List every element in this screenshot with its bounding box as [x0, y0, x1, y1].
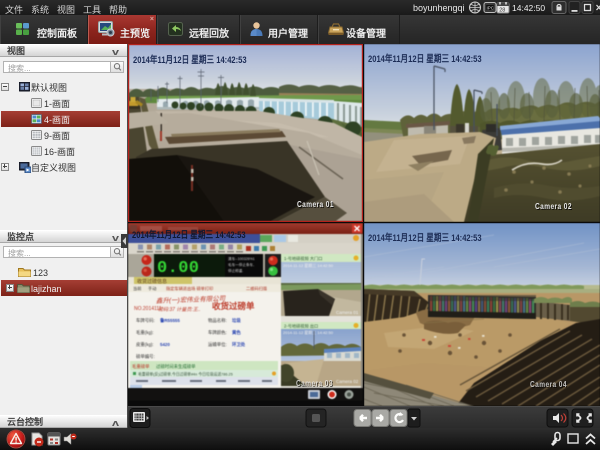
svg-text:Camera 01: Camera 01: [336, 310, 359, 315]
svg-text:清车--100326%1: 清车--100326%1: [228, 256, 255, 261]
svg-text:收货过磅单: 收货过磅单: [212, 301, 255, 311]
svg-text:收货过磅信息: 收货过磅信息: [137, 278, 167, 285]
svg-text:Camera 02: Camera 02: [336, 379, 359, 384]
svg-text:毛重磅单(反)过磅单,今日过磅单#4n 今日垃圾运送786.: 毛重磅单(反)过磅单,今日过磅单#4n 今日垃圾运送786.25: [138, 372, 233, 377]
svg-text:1-号地磅视频 大门口: 1-号地磅视频 大门口: [284, 255, 322, 262]
svg-text:当前: 当前: [133, 285, 141, 292]
svg-text:IPC: IPC: [487, 6, 495, 11]
svg-text:皮重(kg):: 皮重(kg):: [136, 341, 154, 348]
svg-text:磅单编号:: 磅单编号:: [136, 353, 155, 360]
svg-text:毛重磅单: 毛重磅单: [132, 363, 150, 370]
svg-text:运输单位:: 运输单位:: [208, 341, 227, 348]
svg-text:停止称重.: 停止称重.: [228, 268, 243, 273]
svg-text:毛重(kg):: 毛重(kg):: [136, 329, 154, 335]
svg-text:鲁R55555: 鲁R55555: [160, 317, 180, 324]
svg-text:垃圾: 垃圾: [232, 317, 241, 324]
svg-text:物品名称:: 物品名称:: [208, 317, 227, 324]
svg-text:手动: 手动: [148, 285, 156, 292]
svg-text:28: 28: [499, 8, 505, 14]
svg-text:车牌颜色:: 车牌颜色:: [208, 329, 227, 336]
svg-text:环卫处: 环卫处: [232, 341, 246, 348]
svg-text:2-号地磅视频 出口: 2-号地磅视频 出口: [284, 323, 318, 330]
svg-text:毛车一停止条车,: 毛车一停止条车,: [228, 262, 254, 267]
svg-text:0.00: 0.00: [157, 259, 199, 278]
svg-text:黄色: 黄色: [232, 329, 241, 336]
svg-text:车牌号码:: 车牌号码:: [136, 317, 155, 324]
svg-text:2014-11-12 星期三 14:42:50: 2014-11-12 星期三 14:42:50: [283, 329, 334, 335]
svg-text:5420: 5420: [160, 342, 170, 347]
svg-text:二维码扫描: 二维码扫描: [246, 285, 267, 292]
svg-text:过磅时间未生成磅单: 过磅时间未生成磅单: [156, 363, 196, 370]
svg-text:磅码:37 计量员:王..: 磅码:37 计量员:王..: [158, 306, 201, 313]
svg-text:2014-11-12 星期三 14:42:50: 2014-11-12 星期三 14:42:50: [283, 262, 334, 268]
svg-text:指定车辆进出场 磅单打印: 指定车辆进出场 磅单打印: [166, 285, 213, 292]
